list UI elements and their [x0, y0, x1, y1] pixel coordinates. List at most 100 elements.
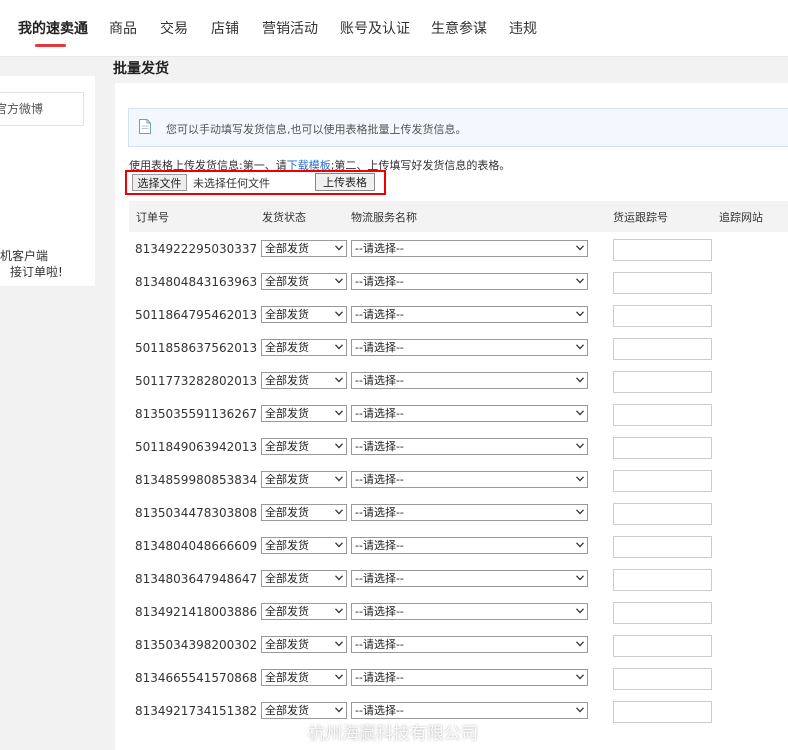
tracking-number-input[interactable] — [613, 569, 712, 591]
ship-status-select[interactable]: 全部发货 — [261, 702, 347, 719]
chevron-down-icon — [576, 575, 584, 581]
ship-status-select[interactable]: 全部发货 — [261, 306, 347, 323]
tracking-number-input[interactable] — [613, 503, 712, 525]
nav-item-products[interactable]: 商品 — [109, 18, 137, 38]
chevron-down-icon — [576, 344, 584, 350]
sidebar-weibo-link[interactable]: 官方微博 — [0, 92, 84, 126]
logistics-service-select[interactable]: --请选择-- — [351, 537, 588, 554]
chevron-down-icon — [576, 476, 584, 482]
logistics-service-select[interactable]: --请选择-- — [351, 504, 588, 521]
chevron-down-icon — [576, 674, 584, 680]
nav-item-marketing[interactable]: 营销活动 — [262, 18, 318, 38]
logistics-service-select[interactable]: --请选择-- — [351, 405, 588, 422]
order-number: 8134803647948647 — [135, 572, 258, 586]
tracking-number-input[interactable] — [613, 602, 712, 624]
order-number: 8134804843163963 — [135, 275, 258, 289]
sidebar-weibo-label: 官方微博 — [0, 102, 44, 116]
ship-status-select[interactable]: 全部发货 — [261, 372, 347, 389]
ship-status-select[interactable]: 全部发货 — [261, 471, 347, 488]
ship-status-select[interactable]: 全部发货 — [261, 636, 347, 653]
nav-item-violations[interactable]: 违规 — [509, 18, 537, 38]
logistics-service-select[interactable]: --请选择-- — [351, 570, 588, 587]
logistics-service-select[interactable]: --请选择-- — [351, 471, 588, 488]
ship-status-select[interactable]: 全部发货 — [261, 273, 347, 290]
chevron-down-icon — [335, 344, 343, 350]
order-number: 8134922295030337 — [135, 242, 258, 256]
tracking-number-input[interactable] — [613, 701, 712, 723]
logistics-service-value: --请选择-- — [355, 440, 404, 453]
ship-status-value: 全部发货 — [265, 407, 309, 420]
ship-status-select[interactable]: 全部发货 — [261, 537, 347, 554]
nav-item-store[interactable]: 店铺 — [211, 18, 239, 38]
logistics-service-select[interactable]: --请选择-- — [351, 240, 588, 257]
tracking-number-input[interactable] — [613, 404, 712, 426]
tracking-number-input[interactable] — [613, 272, 712, 294]
order-number: 5011773282802013 — [135, 374, 258, 388]
order-number: 5011858637562013 — [135, 341, 258, 355]
logistics-service-select[interactable]: --请选择-- — [351, 372, 588, 389]
logistics-service-select[interactable]: --请选择-- — [351, 636, 588, 653]
order-number: 8134665541570868 — [135, 671, 258, 685]
logistics-service-value: --请选择-- — [355, 374, 404, 387]
tracking-number-input[interactable] — [613, 536, 712, 558]
nav-item-my-aliexpress[interactable]: 我的速卖通 — [18, 18, 88, 38]
logistics-service-select[interactable]: --请选择-- — [351, 438, 588, 455]
header-ship-status: 发货状态 — [262, 211, 306, 224]
tracking-number-input[interactable] — [613, 305, 712, 327]
nav-item-business-advisor[interactable]: 生意参谋 — [431, 18, 487, 38]
ship-status-value: 全部发货 — [265, 704, 309, 717]
tracking-number-input[interactable] — [613, 338, 712, 360]
ship-status-value: 全部发货 — [265, 242, 309, 255]
tracking-number-input[interactable] — [613, 635, 712, 657]
ship-status-select[interactable]: 全部发货 — [261, 669, 347, 686]
ship-status-value: 全部发货 — [265, 638, 309, 651]
chevron-down-icon — [335, 377, 343, 383]
tracking-number-input[interactable] — [613, 239, 712, 261]
choose-file-button[interactable]: 选择文件 — [132, 174, 187, 191]
tracking-number-input[interactable] — [613, 437, 712, 459]
logistics-service-select[interactable]: --请选择-- — [351, 339, 588, 356]
ship-status-select[interactable]: 全部发货 — [261, 504, 347, 521]
ship-status-value: 全部发货 — [265, 374, 309, 387]
order-number: 8135035591136267 — [135, 407, 258, 421]
ship-status-select[interactable]: 全部发货 — [261, 603, 347, 620]
ship-status-select[interactable]: 全部发货 — [261, 438, 347, 455]
batch-ship-panel: 您可以手动填写发货信息,也可以使用表格批量上传发货信息。 使用表格上传发货信息:… — [115, 83, 788, 750]
chevron-down-icon — [576, 311, 584, 317]
chevron-down-icon — [335, 608, 343, 614]
tracking-number-input[interactable] — [613, 668, 712, 690]
chevron-down-icon — [335, 311, 343, 317]
logistics-service-select[interactable]: --请选择-- — [351, 702, 588, 719]
header-tracking-site: 追踪网站 — [719, 211, 763, 224]
logistics-service-value: --请选择-- — [355, 473, 404, 486]
ship-status-value: 全部发货 — [265, 473, 309, 486]
logistics-service-value: --请选择-- — [355, 605, 404, 618]
tracking-number-input[interactable] — [613, 470, 712, 492]
chevron-down-icon — [335, 278, 343, 284]
chevron-down-icon — [335, 641, 343, 647]
logistics-service-value: --请选择-- — [355, 341, 404, 354]
no-file-selected-text: 未选择任何文件 — [193, 177, 270, 190]
ship-status-select[interactable]: 全部发货 — [261, 405, 347, 422]
watermark: 杭州海赢科技有限公司 — [277, 718, 478, 744]
tracking-number-input[interactable] — [613, 371, 712, 393]
upload-sheet-button[interactable]: 上传表格 — [315, 173, 375, 191]
nav-item-trade[interactable]: 交易 — [160, 18, 188, 38]
chevron-down-icon — [335, 245, 343, 251]
chevron-down-icon — [576, 278, 584, 284]
chevron-down-icon — [335, 476, 343, 482]
logistics-service-select[interactable]: --请选择-- — [351, 669, 588, 686]
ship-status-select[interactable]: 全部发货 — [261, 339, 347, 356]
order-number: 8134804048666609 — [135, 539, 258, 553]
nav-item-account[interactable]: 账号及认证 — [340, 18, 410, 38]
ship-status-select[interactable]: 全部发货 — [261, 570, 347, 587]
logistics-service-select[interactable]: --请选择-- — [351, 603, 588, 620]
ship-status-value: 全部发货 — [265, 572, 309, 585]
logistics-service-value: --请选择-- — [355, 539, 404, 552]
chevron-down-icon — [576, 641, 584, 647]
chevron-down-icon — [576, 542, 584, 548]
logistics-service-value: --请选择-- — [355, 506, 404, 519]
logistics-service-select[interactable]: --请选择-- — [351, 273, 588, 290]
ship-status-select[interactable]: 全部发货 — [261, 240, 347, 257]
logistics-service-select[interactable]: --请选择-- — [351, 306, 588, 323]
